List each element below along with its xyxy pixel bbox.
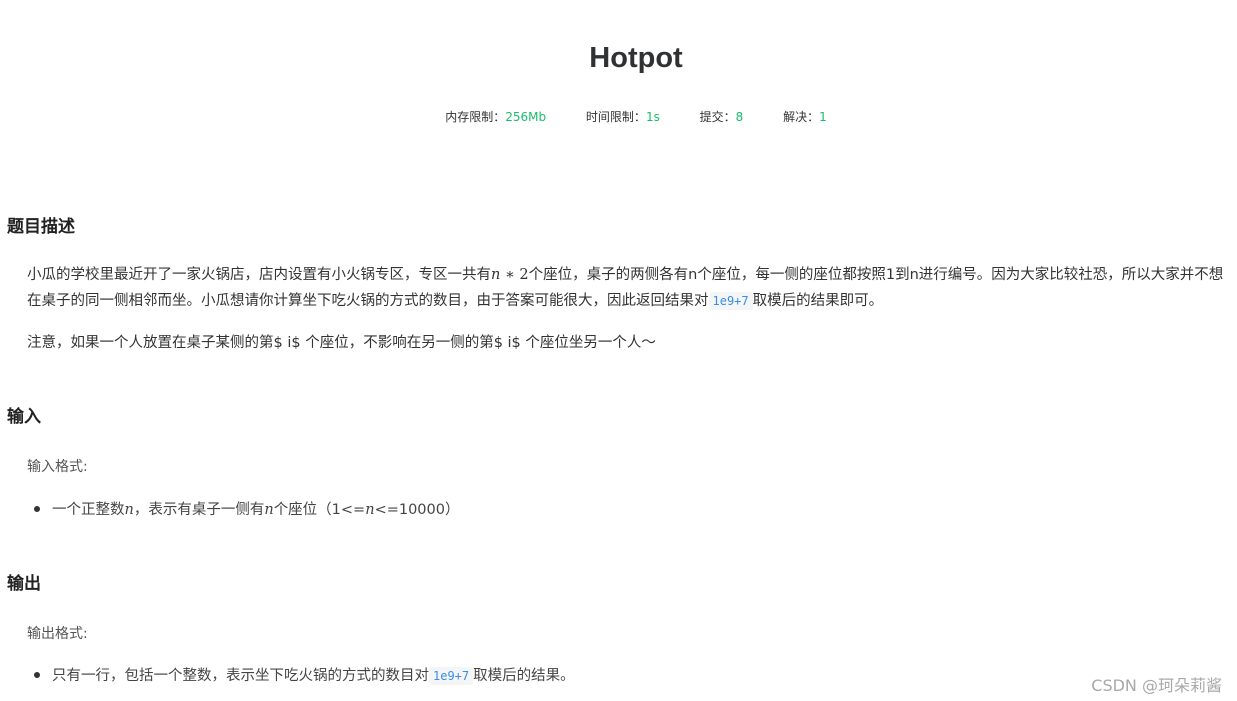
math-n: n (264, 502, 274, 518)
math-times-2: ∗ 2 (500, 267, 529, 283)
math-n: n (365, 502, 375, 518)
csdn-watermark: CSDN @珂朵莉酱 (1091, 676, 1222, 695)
math-n: n (124, 502, 134, 518)
output-text-1: 只有一行，包括一个整数，表示坐下吃火锅的方式的数目对 (52, 668, 429, 684)
problem-meta: 内存限制：256Mb 时间限制：1s 提交：8 解决：1 (0, 108, 1237, 125)
output-text-2: 取模后的结果。 (473, 668, 575, 684)
description-paragraph: 小瓜的学校里最近开了一家火锅店，店内设置有小火锅专区，专区一共有n ∗ 2个座位… (27, 262, 1232, 314)
input-text-3: 个座位（1<= (273, 502, 366, 518)
input-format-label: 输入格式: (27, 459, 88, 475)
description-heading: 题目描述 (7, 217, 75, 237)
desc-text-3: 取模后的结果即可。 (752, 293, 884, 309)
note-paragraph: 注意，如果一个人放置在桌子某侧的第$ i$ 个座位，不影响在另一侧的第$ i$ … (27, 335, 656, 351)
bullet-dot (34, 672, 40, 678)
output-format-label: 输出格式: (27, 626, 88, 642)
mod-code: 1e9+7 (708, 292, 753, 310)
memory-limit-label: 内存限制： (445, 110, 506, 124)
solved-count: 解决：1 (783, 108, 827, 125)
mod-code: 1e9+7 (429, 667, 474, 685)
input-text-2: ，表示有桌子一侧有 (133, 502, 265, 518)
time-limit-value: 1s (645, 110, 660, 124)
problem-title: Hotpot (589, 42, 683, 74)
memory-limit: 内存限制：256Mb (445, 108, 546, 125)
memory-limit-value: 256Mb (505, 110, 547, 124)
math-n: n (491, 267, 501, 283)
time-limit: 时间限制：1s (586, 108, 660, 125)
input-bullet: 一个正整数n，表示有桌子一侧有n个座位（1<=n<=10000） (34, 498, 460, 519)
time-limit-label: 时间限制： (585, 110, 646, 124)
output-bullet: 只有一行，包括一个整数，表示坐下吃火锅的方式的数目对 1e9+7 取模后的结果。 (34, 664, 575, 685)
submit-count: 提交：8 (700, 108, 744, 125)
input-text-1: 一个正整数 (52, 502, 125, 518)
solved-count-value: 1 (819, 110, 827, 124)
output-heading: 输出 (7, 574, 41, 594)
submit-count-label: 提交： (699, 110, 736, 124)
input-heading: 输入 (7, 407, 41, 427)
input-text-4: <=10000） (374, 502, 460, 518)
desc-text-1: 小瓜的学校里最近开了一家火锅店，店内设置有小火锅专区，专区一共有 (27, 267, 491, 283)
solved-count-label: 解决： (783, 110, 820, 124)
bullet-dot (34, 506, 40, 512)
submit-count-value: 8 (735, 110, 744, 124)
